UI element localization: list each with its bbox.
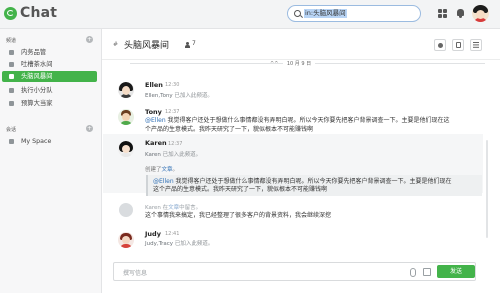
avatar[interactable] — [118, 109, 134, 125]
document-icon — [455, 42, 461, 48]
message-time: 12:41 — [165, 231, 180, 237]
notice-suffix: 。 — [172, 167, 179, 173]
system-message: Ellen,Tony 已加入此频道。 — [145, 91, 213, 99]
sidebar-item-zhixing[interactable]: 执行小分队 — [2, 85, 97, 96]
sidebar-item-label: 头脑风暴间 — [21, 73, 53, 80]
channel-hash-icon: # — [113, 41, 119, 48]
send-button[interactable]: 发送 — [437, 265, 475, 278]
quote-line1-body: 我觉得客户还处于想做什么事情都没有弄明白呢。所以今天你要先把客户背景调查一下。主… — [173, 178, 452, 185]
add-conversation-button[interactable]: + — [86, 125, 93, 132]
members-icon[interactable] — [185, 42, 191, 48]
search-input[interactable]: in:头脑风暴间 — [287, 5, 421, 22]
message-time: 12:37 — [165, 109, 180, 115]
avatar[interactable] — [118, 141, 134, 157]
sidebar-item-neiwu[interactable]: 内务品管 — [2, 47, 97, 58]
sidebar-item-brainstorm[interactable]: 头脑风暴间 — [2, 71, 97, 82]
menu-icon — [473, 42, 479, 48]
system-message-users: Ellen,Tony — [145, 93, 173, 99]
sidebar-item-label: My Space — [21, 138, 52, 145]
notice-prefix: 创建了 — [145, 167, 162, 173]
settings-button[interactable] — [434, 39, 446, 51]
article-quote[interactable]: @Ellen 我觉得客户还处于想做什么事情都没有弄明白呢。所以今天你要先把客户背… — [146, 175, 482, 196]
system-message-text: 已加入此频道。 — [173, 241, 214, 247]
wrench-icon — [438, 43, 443, 48]
app-title: Chat — [20, 5, 58, 21]
system-message: Judy,Tracy 已加入此频道。 — [145, 239, 213, 247]
sidebar-item-yusuan[interactable]: 预算大当家 — [2, 98, 97, 109]
load-more-indicator[interactable]: ^^ — [270, 61, 278, 67]
channel-icon — [9, 50, 14, 55]
message-author[interactable]: Judy — [145, 230, 161, 238]
article-link[interactable]: 文章 — [162, 167, 173, 173]
message-time: 12:37 — [168, 141, 183, 147]
channels-header: 频道 — [6, 38, 17, 44]
menu-button[interactable] — [470, 39, 482, 51]
comment-notice: Karen 在文章中留言。 — [145, 203, 201, 211]
date-divider: 10 月 9 日 — [283, 60, 315, 67]
add-channel-button[interactable]: + — [86, 36, 93, 43]
channel-icon — [9, 101, 14, 106]
message-author[interactable]: Karen — [145, 139, 167, 147]
system-message-users: Karen — [145, 152, 161, 158]
message-composer[interactable]: 撰写信息 — [113, 262, 476, 281]
avatar[interactable] — [118, 232, 134, 248]
member-count[interactable]: 7 — [192, 40, 196, 47]
space-icon — [9, 139, 14, 144]
channel-icon — [9, 74, 14, 79]
user-avatar[interactable] — [472, 5, 489, 22]
system-message-text: 已加入此频道。 — [160, 152, 202, 158]
message-author[interactable]: Tony — [145, 108, 162, 116]
message-text-line1: 我觉得客户还处于想做什么事情都没有弄明白呢。所以今天你要先把客户背景调查一下。主… — [165, 117, 450, 124]
scrollbar[interactable] — [486, 140, 488, 238]
channel-icon — [9, 88, 14, 93]
chat-logo-icon — [4, 7, 17, 20]
notification-bell-icon[interactable] — [455, 8, 466, 19]
message-time: 12:30 — [165, 82, 180, 88]
system-message: Karen 已加入此频道。 — [145, 150, 201, 158]
article-created-notice: 创建了文章。 — [145, 165, 178, 173]
message-author[interactable]: Ellen — [145, 81, 163, 89]
channel-title: 头脑风暴间 — [124, 41, 170, 51]
apps-grid-icon[interactable] — [437, 8, 448, 19]
attachment-icon[interactable] — [410, 268, 416, 277]
message-text: @Ellen 我觉得客户还处于想做什么事情都没有弄明白呢。所以今天你要先把客户背… — [145, 116, 450, 125]
mention-link[interactable]: @Ellen — [145, 117, 166, 124]
sidebar: 频道 + 内务品管 吐槽茶水间 头脑风暴间 执行小分队 预算大当家 会话 + M… — [0, 29, 102, 293]
message-text: 这个事情我来搞定，我已经整理了很多客户的背景资料，我会继续深挖 — [145, 212, 332, 219]
avatar[interactable] — [118, 82, 134, 98]
channel-header: # 头脑风暴间 7 — [102, 29, 500, 60]
top-bar: Chat in:头脑风暴间 — [0, 0, 500, 29]
sidebar-item-label: 执行小分队 — [21, 87, 53, 94]
channel-icon — [9, 62, 14, 67]
mention-link[interactable]: @Ellen — [153, 178, 174, 185]
conversations-header: 会话 — [6, 127, 17, 133]
sidebar-item-myspace[interactable]: My Space — [2, 136, 97, 147]
search-query[interactable]: in:头脑风暴间 — [304, 9, 347, 18]
sidebar-item-label: 预算大当家 — [21, 100, 53, 107]
message-text-line2: 个产品的生意模式。我昨天研究了一下，貌似根本不可能赚钱啊 — [145, 126, 314, 133]
sidebar-item-label: 内务品管 — [21, 49, 47, 56]
avatar — [119, 203, 133, 217]
quote-text-line2: 这个产品的生意模式。我昨天研究了一下，貌似根本不可能赚钱啊 — [153, 186, 328, 193]
sidebar-item-label: 吐槽茶水间 — [21, 61, 53, 68]
search-icon — [294, 10, 301, 17]
composer-placeholder[interactable]: 撰写信息 — [123, 268, 147, 277]
sidebar-item-tucao[interactable]: 吐槽茶水间 — [2, 59, 97, 70]
system-message-users: Judy,Tracy — [145, 241, 174, 247]
image-icon[interactable] — [423, 268, 431, 276]
system-message-text: 已加入此频道。 — [172, 93, 213, 99]
files-button[interactable] — [452, 39, 464, 51]
